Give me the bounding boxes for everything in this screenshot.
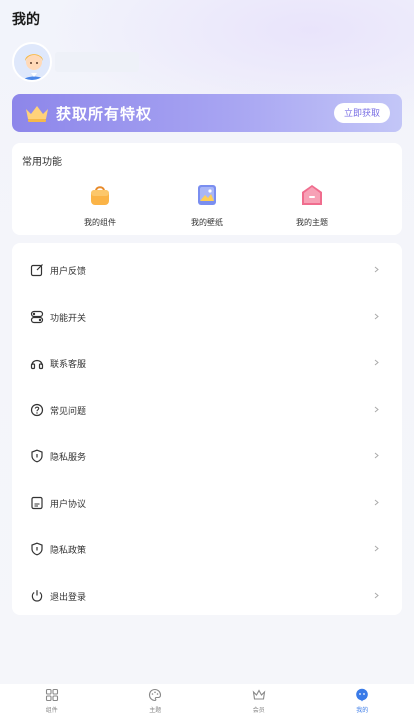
shield-icon xyxy=(31,449,43,463)
theme-icon xyxy=(302,185,322,205)
chevron-right-icon xyxy=(374,406,379,413)
power-icon xyxy=(31,590,43,602)
my-themes-label: 我的主题 xyxy=(296,218,328,227)
chevron-right-icon xyxy=(374,359,379,366)
tab-label: 会员 xyxy=(252,707,265,714)
menu-item-privacy-service[interactable]: 隐私服务 xyxy=(12,433,402,479)
wallpaper-icon xyxy=(198,185,216,205)
my-wallpapers-label: 我的壁纸 xyxy=(191,218,223,227)
tab-label: 我的 xyxy=(356,707,369,714)
palette-icon xyxy=(149,688,162,702)
chevron-right-icon xyxy=(374,452,379,459)
tab-widgets[interactable]: 组件 xyxy=(0,684,104,720)
edit-icon xyxy=(30,264,43,277)
my-themes-item[interactable]: 我的主题 xyxy=(272,183,352,228)
tab-mine[interactable]: 我的 xyxy=(311,684,414,720)
bag-icon xyxy=(91,186,109,205)
tab-themes[interactable]: 主题 xyxy=(104,684,208,720)
my-widgets-label: 我的组件 xyxy=(84,218,116,227)
widget-icon xyxy=(45,688,58,702)
menu-item-label: 用户协议 xyxy=(50,499,87,510)
chevron-right-icon xyxy=(374,266,379,273)
chevron-right-icon xyxy=(374,499,379,506)
bottom-tab-bar: 组件 主题 会员 我的 xyxy=(0,684,414,720)
user-avatar-icon xyxy=(14,44,50,80)
chevron-right-icon xyxy=(374,592,379,599)
common-functions-card: 常用功能 我的组件 我的壁纸 我的主题 xyxy=(12,143,402,235)
menu-item-label: 隐私政策 xyxy=(50,545,87,556)
settings-menu-card: 用户反馈 功能开关 联系客服 常见问题 隐私服务 用户协议 隐私政策 退出登录 xyxy=(12,243,402,615)
menu-item-logout[interactable]: 退出登录 xyxy=(12,573,402,619)
shield-icon xyxy=(31,542,43,556)
my-wallpapers-item[interactable]: 我的壁纸 xyxy=(167,183,247,228)
menu-item-label: 常见问题 xyxy=(50,406,87,417)
document-icon xyxy=(31,496,43,510)
toggle-icon xyxy=(30,310,44,324)
question-icon xyxy=(30,403,44,417)
menu-item-label: 用户反馈 xyxy=(50,266,87,277)
tab-label: 主题 xyxy=(149,707,162,714)
tab-label: 组件 xyxy=(45,707,58,714)
menu-item-label: 退出登录 xyxy=(50,592,87,603)
avatar[interactable] xyxy=(12,42,52,82)
tab-membership[interactable]: 会员 xyxy=(207,684,311,720)
crown-icon xyxy=(252,689,266,700)
my-widgets-item[interactable]: 我的组件 xyxy=(60,183,140,228)
menu-item-customer-service[interactable]: 联系客服 xyxy=(12,340,402,386)
menu-item-faq[interactable]: 常见问题 xyxy=(12,387,402,433)
profile-icon xyxy=(356,688,369,702)
menu-item-label: 功能开关 xyxy=(50,313,87,324)
crown-icon xyxy=(26,106,48,122)
chevron-right-icon xyxy=(374,313,379,320)
menu-item-user-agreement[interactable]: 用户协议 xyxy=(12,480,402,526)
headphone-icon xyxy=(30,359,44,370)
menu-item-privacy-policy[interactable]: 隐私政策 xyxy=(12,526,402,572)
vip-banner[interactable]: 获取所有特权 立即获取 xyxy=(12,94,402,132)
chevron-right-icon xyxy=(374,545,379,552)
menu-item-label: 联系客服 xyxy=(50,359,87,370)
banner-text: 获取所有特权 xyxy=(56,104,153,123)
menu-item-feature-switch[interactable]: 功能开关 xyxy=(12,294,402,340)
common-functions-title: 常用功能 xyxy=(22,157,62,168)
page-title: 我的 xyxy=(12,12,40,28)
menu-item-feedback[interactable]: 用户反馈 xyxy=(12,247,402,293)
menu-item-label: 隐私服务 xyxy=(50,452,87,463)
get-now-button[interactable]: 立即获取 xyxy=(333,103,390,123)
username-placeholder xyxy=(55,52,139,72)
